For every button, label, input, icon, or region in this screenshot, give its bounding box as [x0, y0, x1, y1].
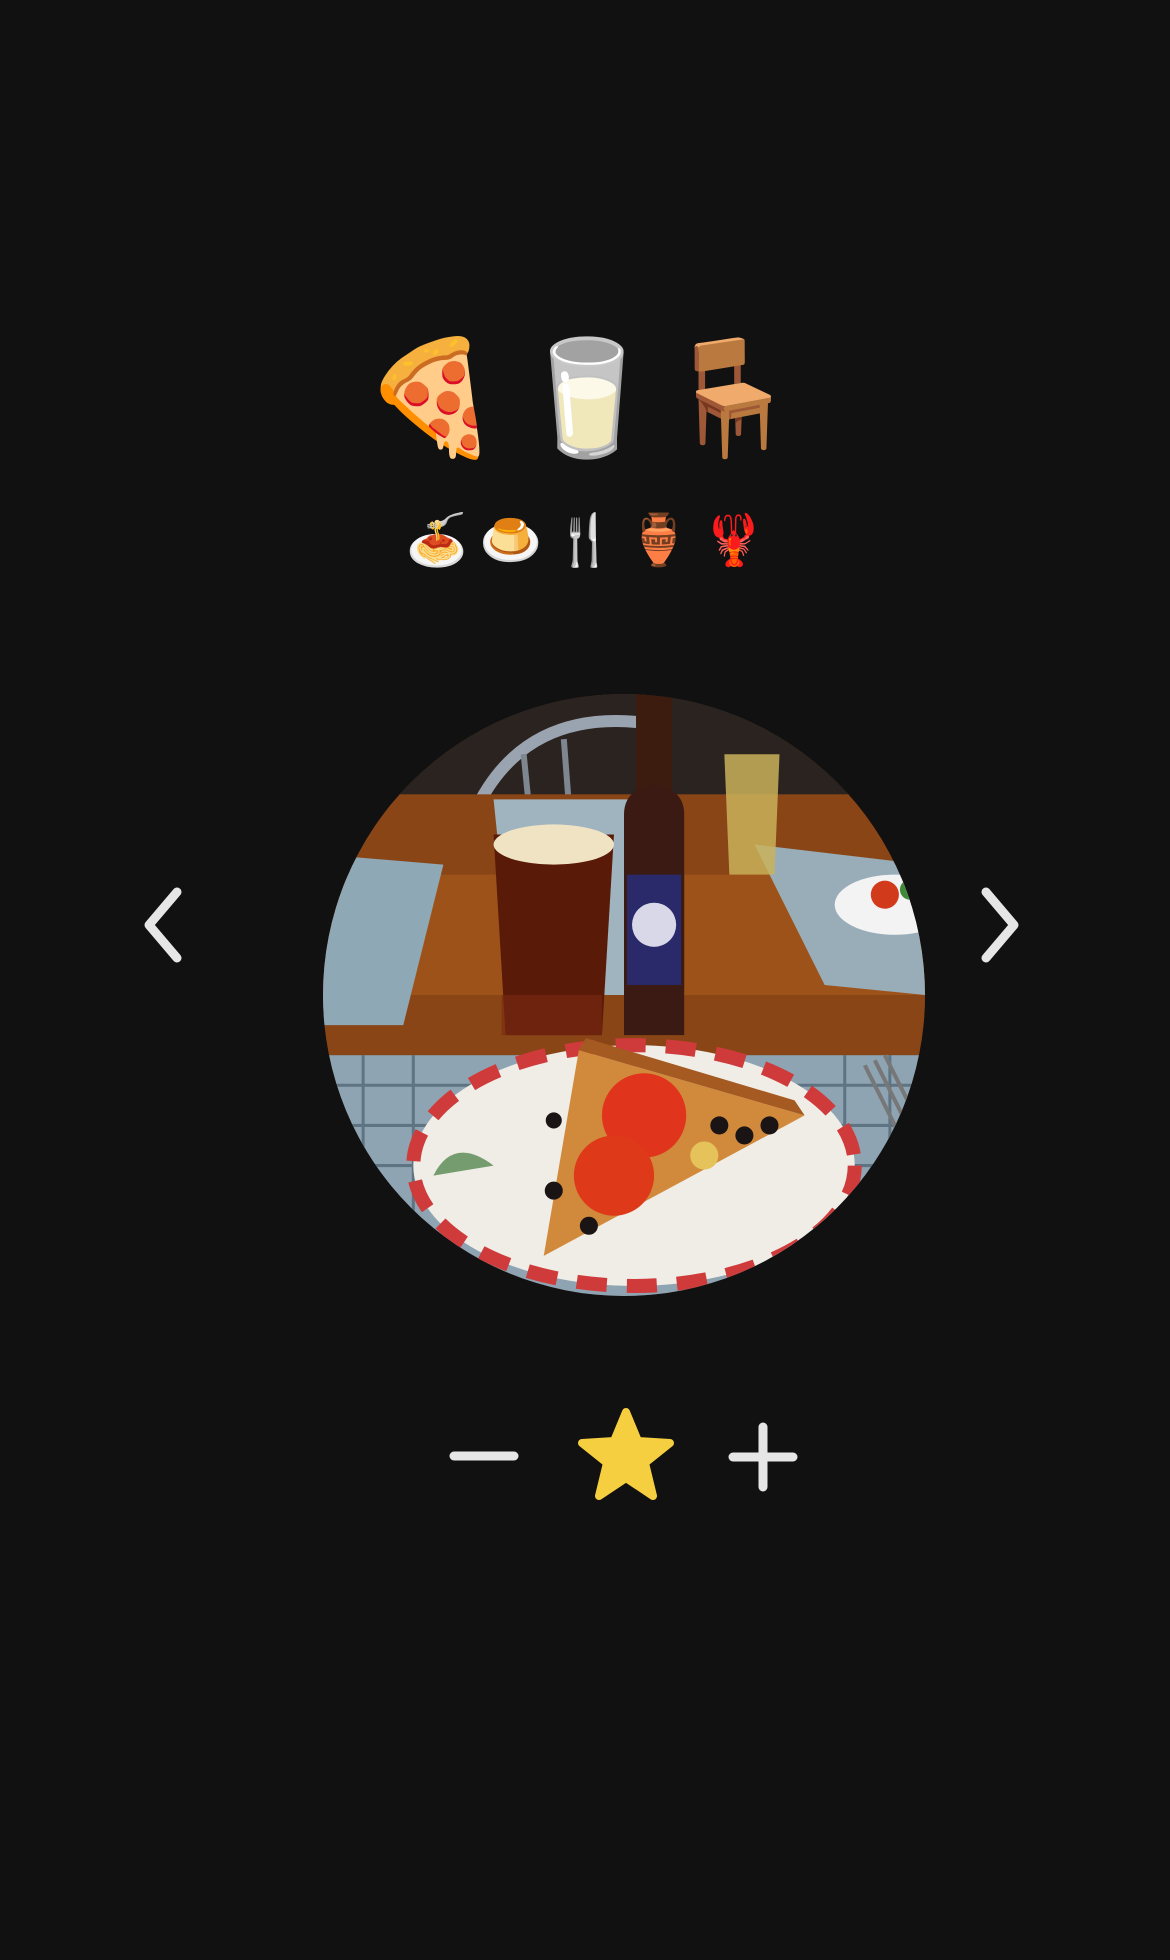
chevron-left-icon	[144, 887, 182, 963]
plus-icon	[728, 1422, 798, 1492]
increase-button[interactable]	[727, 1421, 799, 1493]
decrease-button[interactable]	[448, 1426, 520, 1486]
pizza-icon: 🍕	[362, 333, 502, 463]
star-icon	[578, 1408, 674, 1500]
next-button[interactable]	[968, 880, 1028, 970]
chair-icon: 🪑	[661, 333, 801, 463]
fork-knife-icon: 🍴	[553, 511, 617, 569]
custard-icon: 🍮	[479, 511, 543, 569]
milk-glass-icon: 🥛	[517, 333, 657, 463]
minus-icon	[449, 1451, 519, 1461]
lobster-icon: 🦞	[702, 511, 766, 569]
previous-button[interactable]	[135, 880, 195, 970]
amphora-icon: 🏺	[627, 511, 691, 569]
pizza-and-beer-photo[interactable]	[323, 694, 925, 1296]
favorite-button[interactable]	[576, 1405, 676, 1505]
spaghetti-icon: 🍝	[405, 511, 469, 569]
chevron-right-icon	[981, 887, 1019, 963]
